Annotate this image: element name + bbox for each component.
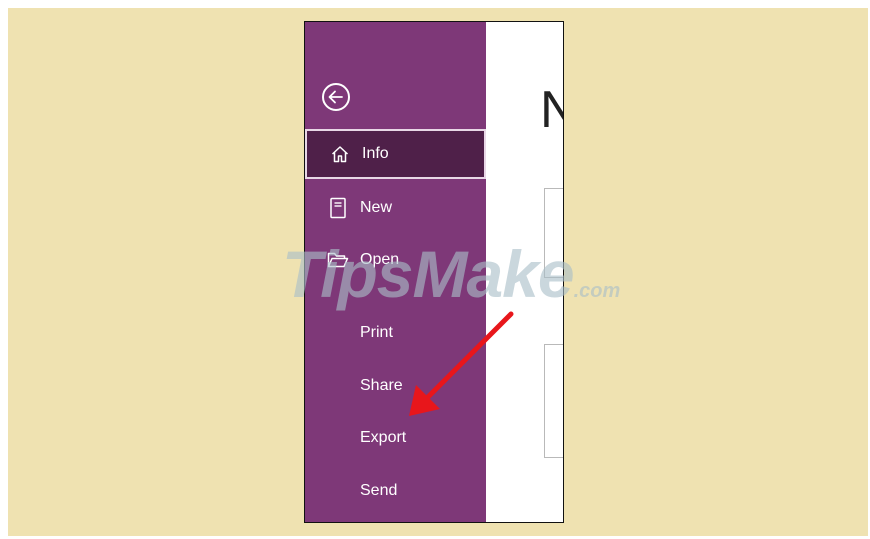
menu-item-new[interactable]: New [305, 183, 486, 233]
menu-item-send[interactable]: Send [305, 466, 486, 516]
arrow-left-icon [328, 90, 343, 104]
menu-item-label: New [360, 199, 393, 216]
page-heading: N [540, 80, 563, 140]
menu-item-label: Open [360, 251, 400, 268]
menu-item-label: Info [362, 145, 389, 162]
menu-item-label: Share [360, 377, 403, 394]
folder-open-icon [327, 249, 349, 271]
home-icon [329, 143, 351, 165]
menu-item-label: Send [360, 482, 398, 499]
back-button[interactable] [322, 83, 350, 111]
menu-item-label: Print [360, 324, 393, 341]
notebook-icon [327, 197, 349, 219]
notebook-card[interactable] [544, 344, 563, 458]
onenote-backstage-window: Info New Open Print Share Export Send [304, 21, 564, 523]
menu-item-export[interactable]: Export [305, 413, 486, 463]
menu-item-print[interactable]: Print [305, 308, 486, 358]
menu-item-share[interactable]: Share [305, 361, 486, 411]
backstage-content: N [486, 22, 563, 522]
menu-item-open[interactable]: Open [305, 235, 486, 285]
notebook-card[interactable] [544, 188, 563, 278]
menu-item-label: Export [360, 429, 407, 446]
backstage-sidebar: Info New Open Print Share Export Send [305, 22, 486, 522]
menu-item-info[interactable]: Info [305, 129, 486, 179]
